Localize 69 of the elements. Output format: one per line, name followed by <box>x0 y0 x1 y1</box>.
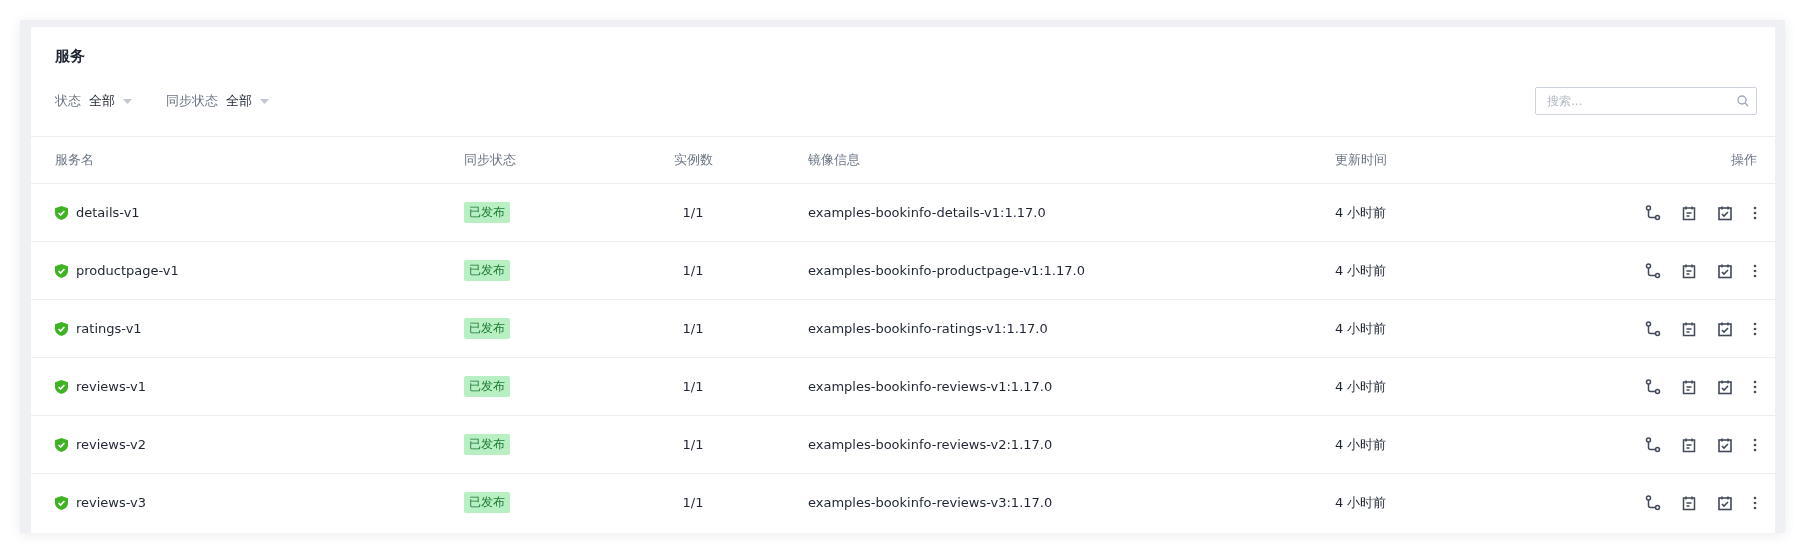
more-icon[interactable] <box>1753 263 1757 278</box>
service-name: reviews-v1 <box>76 379 147 394</box>
column-header: 实例数 <box>672 151 714 169</box>
updated-time: 4 小时前 <box>1335 493 1388 512</box>
image-info: examples-bookinfo-details-v1:1.17.0 <box>807 205 1047 220</box>
updated-time: 4 小时前 <box>1335 435 1388 454</box>
caret-icon <box>260 98 269 104</box>
instance-count: 1/1 <box>681 437 705 452</box>
service-name: productpage-v1 <box>76 263 179 278</box>
more-icon[interactable] <box>1753 495 1757 510</box>
calendar-check-icon[interactable] <box>1717 204 1733 221</box>
calendar-check-icon[interactable] <box>1717 436 1733 453</box>
instance-count: 1/1 <box>681 495 705 510</box>
route-icon[interactable] <box>1645 494 1661 511</box>
filter-label: 同步状态 <box>166 92 218 110</box>
more-icon[interactable] <box>1753 321 1757 336</box>
service-name: ratings-v1 <box>76 321 142 336</box>
column-header: 镜像信息 <box>807 151 861 169</box>
column-header: 更新时间 <box>1335 151 1388 169</box>
column-header: 服务名 <box>55 151 95 169</box>
search-field[interactable]: 搜索... <box>1535 87 1757 115</box>
updated-time: 4 小时前 <box>1335 319 1388 338</box>
page-title: 服务 <box>55 47 86 66</box>
updated-time: 4 小时前 <box>1335 203 1388 222</box>
filter-dropdown[interactable]: 全部 <box>226 92 269 110</box>
route-icon[interactable] <box>1645 204 1661 221</box>
route-icon[interactable] <box>1645 320 1661 337</box>
calendar-check-icon[interactable] <box>1717 378 1733 395</box>
calendar-icon[interactable] <box>1681 320 1697 337</box>
instance-count: 1/1 <box>681 263 705 278</box>
search-icon <box>1737 95 1749 107</box>
updated-time: 4 小时前 <box>1335 377 1388 396</box>
image-info: examples-bookinfo-reviews-v2:1.17.0 <box>807 437 1054 452</box>
service-name: reviews-v2 <box>76 437 147 452</box>
status-tag: 已发布 <box>464 434 510 455</box>
calendar-check-icon[interactable] <box>1717 494 1733 511</box>
calendar-icon[interactable] <box>1681 262 1697 279</box>
column-header: 操作 <box>1731 151 1757 169</box>
calendar-check-icon[interactable] <box>1717 320 1733 337</box>
image-info: examples-bookinfo-reviews-v1:1.17.0 <box>807 379 1054 394</box>
more-icon[interactable] <box>1753 437 1757 452</box>
status-tag: 已发布 <box>464 376 510 397</box>
more-icon[interactable] <box>1753 379 1757 394</box>
column-header: 同步状态 <box>464 151 517 169</box>
route-icon[interactable] <box>1645 436 1661 453</box>
calendar-icon[interactable] <box>1681 378 1697 395</box>
image-info: examples-bookinfo-reviews-v3:1.17.0 <box>807 495 1054 510</box>
filter-label: 状态 <box>55 92 81 110</box>
image-info: examples-bookinfo-ratings-v1:1.17.0 <box>807 321 1049 336</box>
calendar-icon[interactable] <box>1681 204 1697 221</box>
filter-dropdown[interactable]: 全部 <box>89 92 132 110</box>
instance-count: 1/1 <box>681 205 705 220</box>
status-tag: 已发布 <box>464 492 510 513</box>
instance-count: 1/1 <box>681 321 705 336</box>
status-tag: 已发布 <box>464 260 510 281</box>
service-name: details-v1 <box>76 205 140 220</box>
calendar-icon[interactable] <box>1681 436 1697 453</box>
more-icon[interactable] <box>1753 205 1757 220</box>
route-icon[interactable] <box>1645 262 1661 279</box>
service-name: reviews-v3 <box>76 495 147 510</box>
instance-count: 1/1 <box>681 379 705 394</box>
status-tag: 已发布 <box>464 318 510 339</box>
caret-icon <box>123 98 132 104</box>
calendar-check-icon[interactable] <box>1717 262 1733 279</box>
calendar-icon[interactable] <box>1681 494 1697 511</box>
status-tag: 已发布 <box>464 202 510 223</box>
route-icon[interactable] <box>1645 378 1661 395</box>
image-info: examples-bookinfo-productpage-v1:1.17.0 <box>807 263 1086 278</box>
updated-time: 4 小时前 <box>1335 261 1388 280</box>
